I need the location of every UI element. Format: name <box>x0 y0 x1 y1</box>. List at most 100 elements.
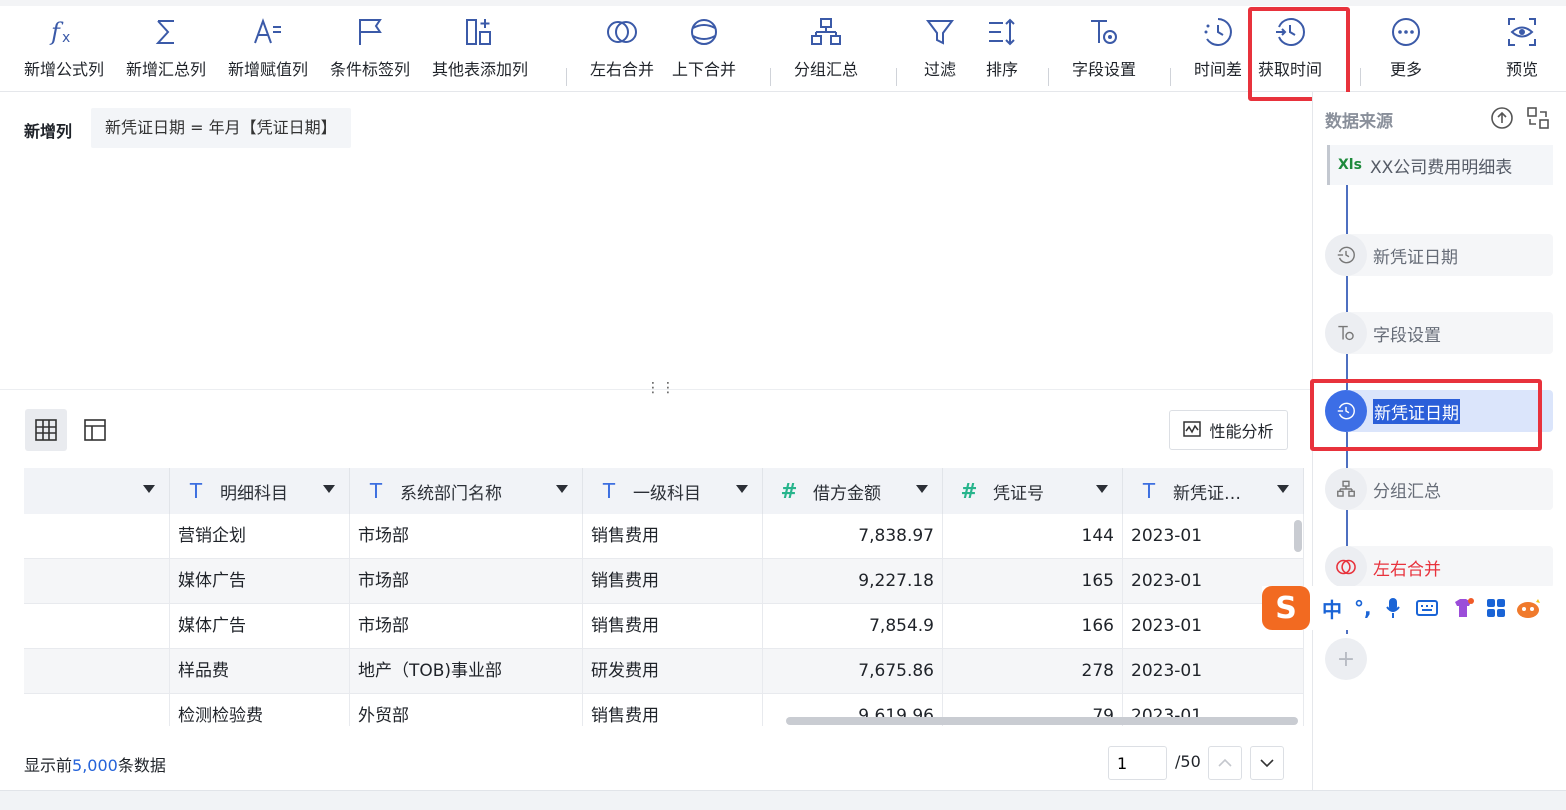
table-row[interactable]: 媒体广告 市场部 销售费用 7,854.9 166 2023-01 <box>24 604 1304 649</box>
more-button[interactable]: 更多 <box>1386 12 1426 92</box>
formula-label: 新增列 <box>24 122 73 141</box>
table-cell: 媒体广告 <box>170 559 350 603</box>
chevron-down-icon[interactable] <box>323 485 335 493</box>
table-row[interactable]: 媒体广告 市场部 销售费用 9,227.18 165 2023-01 <box>24 559 1304 604</box>
preview-button[interactable]: 预览 <box>1502 12 1542 92</box>
prev-page-button[interactable] <box>1208 746 1242 780</box>
step-group-summary[interactable]: 分组汇总 <box>1325 468 1553 510</box>
chevron-down-icon[interactable] <box>1277 485 1289 493</box>
table-cell: 278 <box>943 649 1123 693</box>
apps-icon[interactable] <box>1486 598 1506 618</box>
bottom-status-bar <box>0 790 1566 810</box>
chevron-down-icon[interactable] <box>1096 485 1108 493</box>
column-header-voucher-no[interactable]: # 凭证号 <box>943 468 1123 514</box>
mascot-icon[interactable] <box>1516 597 1542 619</box>
keyboard-icon[interactable] <box>1415 600 1438 616</box>
column-header-primary-subject[interactable]: T 一级科目 <box>583 468 763 514</box>
chevron-up-icon <box>1218 758 1232 767</box>
time-diff-button[interactable]: 时间差 <box>1194 12 1242 92</box>
field-settings-button[interactable]: 字段设置 <box>1072 12 1136 92</box>
layout-icon <box>84 419 106 441</box>
field-settings-icon <box>1325 312 1367 354</box>
table-cell: 销售费用 <box>583 604 763 648</box>
filter-button[interactable]: 过滤 <box>920 12 960 92</box>
group-summary-button[interactable]: 分组汇总 <box>794 12 858 92</box>
get-time-button[interactable]: 获取时间 <box>1258 12 1322 92</box>
assign-icon <box>248 12 288 52</box>
text-type-icon: T <box>602 479 616 503</box>
table-cell: 销售费用 <box>583 559 763 603</box>
column-header-department[interactable]: T 系统部门名称 <box>350 468 583 514</box>
number-type-icon: # <box>780 479 798 503</box>
number-type-icon: # <box>960 479 978 503</box>
swap-icon[interactable] <box>1525 105 1551 131</box>
table-cell: 7,854.9 <box>763 604 943 648</box>
condition-tag-column-button[interactable]: 条件标签列 <box>330 12 410 92</box>
table-cell: 市场部 <box>350 604 583 648</box>
vertical-scrollbar[interactable] <box>1294 520 1302 552</box>
step-new-voucher-date[interactable]: 新凭证日期 <box>1325 234 1553 276</box>
text-type-icon: T <box>189 479 203 503</box>
table-cell: 地产（TOB)事业部 <box>350 649 583 693</box>
add-formula-column-button[interactable]: fx 新增公式列 <box>24 12 104 92</box>
ime-punctuation-toggle[interactable]: °, <box>1354 596 1372 620</box>
toolbar-separator <box>1360 68 1361 86</box>
column-header-new-voucher-date[interactable]: T 新凭证… <box>1123 468 1304 514</box>
column-header-debit-amount[interactable]: # 借方金额 <box>763 468 943 514</box>
add-column-from-other-table-button[interactable]: 其他表添加列 <box>432 12 528 92</box>
filter-icon <box>920 12 960 52</box>
formula-expression[interactable]: 新凭证日期 = 年月【凭证日期】 <box>91 108 351 148</box>
chevron-down-icon[interactable] <box>916 485 928 493</box>
get-time-icon <box>1270 12 1310 52</box>
toolbar: fx 新增公式列 新增汇总列 新增赋值列 条件标签列 其他表添加列 左右合并 上… <box>0 0 1566 92</box>
merge-horizontal-icon <box>602 12 642 52</box>
more-icon <box>1386 12 1426 52</box>
chevron-down-icon[interactable] <box>556 485 568 493</box>
data-source-panel: 数据来源 Xls XX公司费用明细表 新凭证日期 字段设置 新凭证日期 分组汇总 <box>1312 92 1566 790</box>
table-cell: 销售费用 <box>583 694 763 726</box>
ime-logo[interactable]: S <box>1262 586 1310 630</box>
toolbar-separator <box>770 68 771 86</box>
next-page-button[interactable] <box>1250 746 1284 780</box>
merge-horizontal-icon <box>1325 546 1367 588</box>
table-cell: 市场部 <box>350 559 583 603</box>
chevron-down-icon[interactable] <box>736 485 748 493</box>
layout-view-button[interactable] <box>74 409 116 451</box>
merge-vertical-button[interactable]: 上下合并 <box>672 12 736 92</box>
chevron-down-icon[interactable] <box>143 485 155 493</box>
add-step-button[interactable]: + <box>1325 638 1367 680</box>
sort-button[interactable]: 排序 <box>982 12 1022 92</box>
add-assign-column-button[interactable]: 新增赋值列 <box>228 12 308 92</box>
performance-analysis-button[interactable]: 性能分析 <box>1169 410 1288 450</box>
merge-horizontal-button[interactable]: 左右合并 <box>590 12 654 92</box>
data-source-card[interactable]: Xls XX公司费用明细表 <box>1327 145 1553 185</box>
table-cell: 检测检验费 <box>170 694 350 726</box>
page-number-input[interactable] <box>1108 746 1167 780</box>
upload-icon[interactable] <box>1489 105 1515 131</box>
table-cell: 研发费用 <box>583 649 763 693</box>
text-type-icon: T <box>369 479 383 503</box>
column-header[interactable] <box>24 468 170 514</box>
add-summary-column-button[interactable]: 新增汇总列 <box>126 12 206 92</box>
field-settings-icon <box>1084 12 1124 52</box>
toolbar-separator <box>896 68 897 86</box>
step-field-settings[interactable]: 字段设置 <box>1325 312 1553 354</box>
column-header-detail-subject[interactable]: T 明细科目 <box>170 468 350 514</box>
microphone-icon[interactable] <box>1385 597 1400 619</box>
table-row[interactable]: 营销企划 市场部 销售费用 7,838.97 144 2023-01 <box>24 514 1304 559</box>
table-row[interactable]: 样品费 地产（TOB)事业部 研发费用 7,675.86 278 2023-01 <box>24 649 1304 694</box>
table-cell: 9,227.18 <box>763 559 943 603</box>
merge-vertical-icon <box>684 12 724 52</box>
step-new-voucher-date-selected[interactable]: 新凭证日期 <box>1325 390 1553 432</box>
group-summary-icon <box>806 12 846 52</box>
table-cell: 2023-01 <box>1123 649 1304 693</box>
table-cell <box>24 649 170 693</box>
resize-handle[interactable]: ⋮⋮ <box>646 380 676 396</box>
ime-language-toggle[interactable]: 中 <box>1322 594 1342 623</box>
sort-icon <box>982 12 1022 52</box>
step-merge-horizontal[interactable]: 左右合并 <box>1325 546 1553 588</box>
horizontal-scrollbar[interactable] <box>786 717 1298 725</box>
panel-title: 数据来源 <box>1325 112 1393 132</box>
skin-icon[interactable] <box>1452 598 1474 618</box>
grid-view-button[interactable] <box>25 409 67 451</box>
